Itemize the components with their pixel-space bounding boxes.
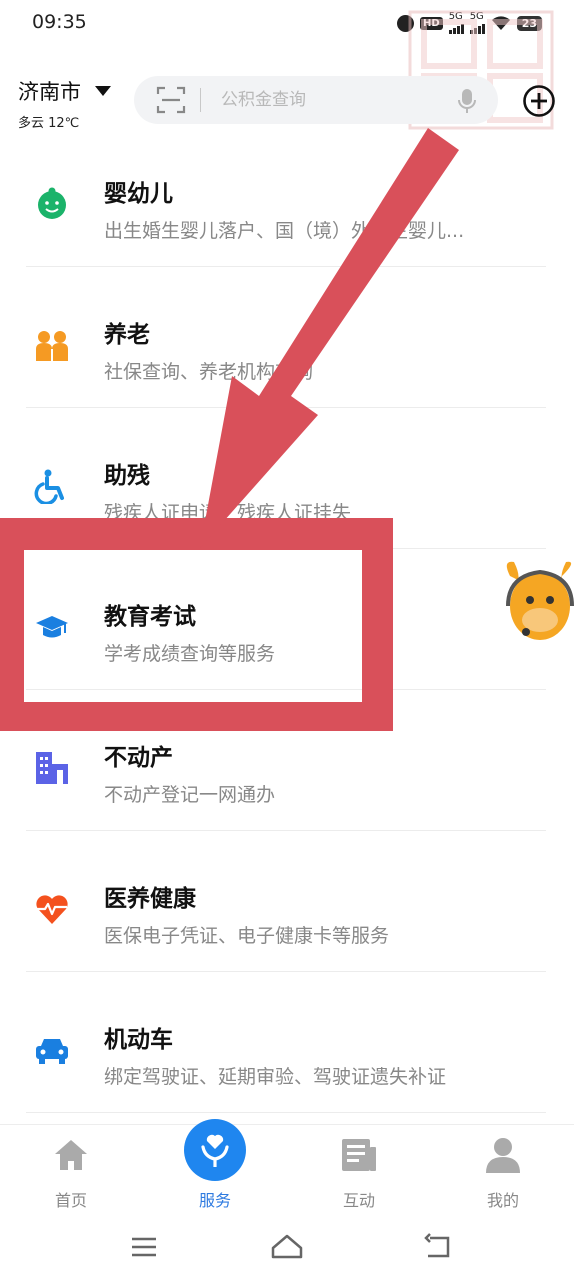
news-icon [342,1139,376,1171]
user-icon [486,1138,520,1173]
status-time: 09:35 [32,11,87,33]
service-item-vehicle[interactable]: 机动车 绑定驾驶证、延期审验、驾驶证遗失补证 [0,972,574,1113]
service-subtitle: 残疾人证申请、残疾人证挂失 [104,502,352,524]
home-icon [55,1140,87,1170]
mascot-assistant-icon[interactable] [500,556,574,652]
heart-pulse-icon [36,895,68,924]
nav-home[interactable]: 首页 [16,1125,126,1221]
service-heart-icon [201,1134,229,1167]
service-item-elderly[interactable]: 养老 社保查询、养老机构查询 [0,267,574,408]
system-nav-bar [0,1222,574,1280]
search-bar[interactable] [134,76,498,124]
service-item-disability[interactable]: 助残 残疾人证申请、残疾人证挂失 [0,408,574,549]
bottom-nav: 首页 服务 互动 我的 [0,1119,574,1221]
service-subtitle: 绑定驾驶证、延期审验、驾驶证遗失补证 [104,1066,447,1088]
service-title: 教育考试 [104,604,196,630]
service-subtitle: 医保电子凭证、电子健康卡等服务 [104,925,390,947]
baby-face-icon [38,187,66,219]
service-title: 养老 [104,322,150,348]
city-name[interactable]: 济南市 [18,76,111,106]
back-icon[interactable] [418,1230,458,1264]
nav-label: 互动 [342,1191,375,1210]
wheelchair-icon [34,469,64,504]
nav-label: 首页 [54,1191,87,1210]
nav-label: 服务 [198,1191,231,1210]
service-list: 婴幼儿 出生婚生婴儿落户、国（境）外出生婴儿... 养老 社保查询、养老机构查询 [0,126,574,1113]
graduation-cap-icon [36,616,68,638]
caret-down-icon [95,86,111,96]
page: 09:35 HD 5G 5G 23 济南市 多云 12℃ 公积金查询 婴幼儿 出… [0,0,574,1280]
service-subtitle: 学考成绩查询等服务 [104,643,276,665]
service-subtitle: 社保查询、养老机构查询 [104,361,314,383]
service-subtitle: 出生婚生婴儿落户、国（境）外出生婴儿... [104,220,465,242]
nav-label: 我的 [486,1191,519,1210]
service-item-health[interactable]: 医养健康 医保电子凭证、电子健康卡等服务 [0,831,574,972]
system-home-icon[interactable] [267,1230,307,1264]
service-item-real-estate[interactable]: 不动产 不动产登记一网通办 [0,690,574,831]
elderly-couple-icon [36,331,68,361]
service-title: 医养健康 [104,886,196,912]
search-input[interactable] [221,90,431,110]
menu-icon[interactable] [124,1230,164,1264]
service-title: 机动车 [104,1027,173,1053]
service-item-education[interactable]: 教育考试 学考成绩查询等服务 [0,549,574,690]
add-circle-icon[interactable] [522,84,556,118]
car-icon [36,1039,68,1064]
service-title: 不动产 [104,745,173,771]
scan-icon[interactable] [156,85,186,115]
building-icon [36,752,68,784]
city-selector[interactable]: 济南市 多云 12℃ [18,76,111,131]
nav-interaction[interactable]: 互动 [304,1125,414,1221]
divider [26,1112,546,1113]
service-item-infant[interactable]: 婴幼儿 出生婚生婴儿落户、国（境）外出生婴儿... [0,126,574,267]
nav-service[interactable]: 服务 [160,1119,270,1221]
microphone-icon[interactable] [458,88,476,114]
nav-profile[interactable]: 我的 [448,1125,558,1221]
service-title: 婴幼儿 [104,181,173,207]
service-subtitle: 不动产登记一网通办 [104,784,276,806]
service-title: 助残 [104,463,150,489]
search-separator [200,88,201,112]
